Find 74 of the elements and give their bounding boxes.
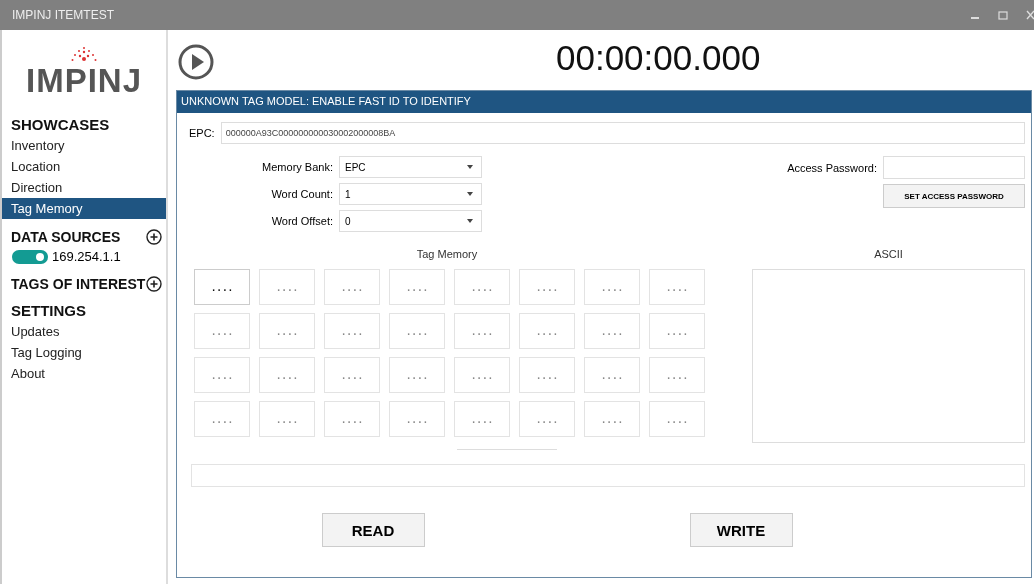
section-title: ASCII [874, 248, 903, 260]
memory-cell[interactable]: . . . . [584, 357, 640, 393]
memory-cell[interactable]: . . . . [324, 313, 380, 349]
field-label: Memory Bank: [261, 161, 333, 173]
memory-cell[interactable]: . . . . [389, 313, 445, 349]
dropdown[interactable]: 1 [339, 183, 482, 205]
sidebar-item[interactable]: Direction [2, 177, 166, 198]
memory-cell[interactable]: . . . . [454, 313, 510, 349]
field-label: EPC: [189, 127, 215, 139]
timer: 00:00:00.000 [556, 38, 761, 78]
memory-cell[interactable]: . . . . [519, 357, 575, 393]
memory-cell[interactable]: . . . . [454, 401, 510, 437]
close-icon[interactable] [1026, 10, 1034, 20]
memory-cell[interactable]: . . . . [389, 357, 445, 393]
action-button[interactable]: READ [321, 513, 425, 547]
section-title: SHOWCASES [10, 115, 111, 135]
section-title: TAGS OF INTEREST [11, 276, 146, 292]
epc-field[interactable]: 000000A93C000000000030002000008BA [220, 122, 1025, 144]
ascii-field[interactable] [752, 269, 1025, 443]
source-address: 169.254.1.1 [52, 249, 121, 264]
memory-cell[interactable]: . . . . [389, 401, 445, 437]
memory-cell[interactable]: . . . . [649, 357, 705, 393]
memory-cell[interactable]: . . . . [194, 401, 250, 437]
memory-cell[interactable]: . . . . [519, 313, 575, 349]
memory-cell[interactable]: . . . . [454, 357, 510, 393]
memory-cell[interactable]: . . . . [259, 357, 315, 393]
memory-cell[interactable]: . . . . [584, 401, 640, 437]
field-label: Word Count: [270, 188, 333, 200]
panel-header: UNKNOWN TAG MODEL: ENABLE FAST ID TO IDENTIFY [177, 91, 1031, 113]
memory-cell[interactable]: . . . . [324, 401, 380, 437]
sidebar-item[interactable]: Inventory [2, 135, 166, 156]
memory-cell[interactable]: . . . . [519, 401, 575, 437]
field-label: Access Password: [787, 161, 877, 174]
toggle-switch[interactable] [12, 249, 48, 264]
dots-icon [71, 46, 97, 64]
memory-cell[interactable]: . . . . [649, 313, 705, 349]
section-title: SETTINGS [10, 301, 87, 321]
dropdown[interactable]: 0 [339, 210, 482, 232]
maximize-icon[interactable] [998, 10, 1008, 20]
sidebar-item[interactable]: Tag Logging [2, 342, 166, 363]
window-title: IMPINJ ITEMTEST [12, 8, 114, 22]
logo: IMPINJ [26, 64, 142, 98]
password-field[interactable] [883, 156, 1025, 179]
add-icon[interactable] [146, 229, 162, 245]
dropdown[interactable]: EPC [339, 156, 482, 178]
memory-cell[interactable]: . . . . [649, 401, 705, 437]
memory-cell[interactable]: . . . . [584, 269, 640, 305]
field-label: Word Offset: [270, 215, 333, 227]
sidebar-item[interactable]: Tag Memory [2, 198, 166, 219]
memory-cell[interactable]: . . . . [259, 401, 315, 437]
caret-icon [467, 219, 473, 223]
memory-cell[interactable]: . . . . [259, 269, 315, 305]
memory-cell[interactable]: . . . . [584, 313, 640, 349]
memory-cell[interactable]: . . . . [259, 313, 315, 349]
add-icon[interactable] [146, 276, 163, 292]
memory-cell[interactable]: . . . . [454, 269, 510, 305]
memory-cell[interactable]: . . . . [194, 313, 250, 349]
play-icon[interactable] [178, 44, 214, 80]
sidebar-item[interactable]: Location [2, 156, 166, 177]
memory-cell[interactable]: . . . . [194, 357, 250, 393]
memory-cell[interactable]: . . . . [324, 357, 380, 393]
memory-cell[interactable]: . . . . [324, 269, 380, 305]
set-password-button[interactable]: SET ACCESS PASSWORD [883, 184, 1025, 208]
caret-icon [467, 192, 473, 196]
caret-icon [467, 165, 473, 169]
memory-cell[interactable]: . . . . [389, 269, 445, 305]
action-button[interactable]: WRITE [689, 513, 793, 547]
sidebar-item[interactable]: About [2, 363, 166, 384]
section-title: Tag Memory [416, 248, 478, 260]
memory-cell[interactable]: . . . . [649, 269, 705, 305]
section-title: DATA SOURCES [11, 229, 121, 245]
sidebar-item[interactable]: Updates [2, 321, 166, 342]
memory-cell[interactable]: . . . . [519, 269, 575, 305]
memory-cell[interactable]: . . . . [194, 269, 250, 305]
